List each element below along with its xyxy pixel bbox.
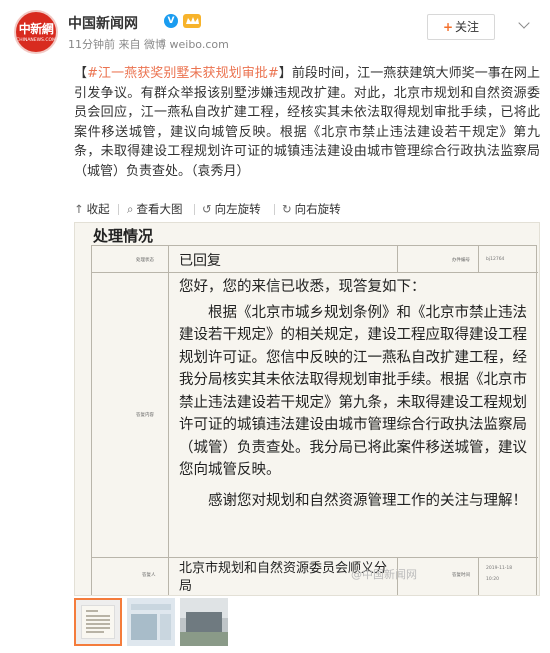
follow-button[interactable]: + 关注 — [427, 14, 495, 40]
plus-icon: + — [442, 20, 454, 34]
document-image[interactable]: 处理情况 处理状态 已回复 办件编号 bj12764 答复内容 您好，您的来信已… — [74, 222, 540, 596]
doc-no-value: bj12764 — [486, 257, 505, 262]
post-body: 前段时间，江一燕获建筑大师奖一事在网上引发争议。有群众举报该别墅涉嫌违规改扩建。… — [74, 66, 540, 179]
toolbar-divider — [194, 204, 195, 215]
reply-time-date: 2019-11-18 — [486, 566, 513, 571]
thumbnail-block — [131, 604, 171, 610]
thumbnail-document[interactable] — [74, 598, 122, 646]
thumbnail-line — [86, 610, 98, 612]
table-col-divider — [478, 246, 479, 272]
rotate-left-icon: ↺ — [202, 202, 212, 216]
post-meta: 11分钟前 来自 微博 weibo.com — [68, 36, 229, 52]
thumbnail-block — [131, 614, 157, 640]
thumbnail-line — [86, 623, 110, 625]
collapse-arrow-icon: ↑ — [74, 202, 84, 216]
author-name[interactable]: 中国新闻网 — [68, 13, 138, 33]
rotate-left-label: 向左旋转 — [214, 202, 261, 216]
post-source[interactable]: 来自 微博 weibo.com — [119, 38, 229, 51]
thumbnail-line — [86, 631, 104, 633]
reply-time-label: 答复时间 — [452, 573, 470, 578]
avatar-logo-text: 中新網 — [18, 22, 54, 36]
reply-paragraph: 根据《北京市城乡规划条例》和《北京市禁止违法建设若干规定》的相关规定，建设工程应… — [179, 304, 527, 479]
thumbnail-line — [86, 615, 110, 617]
bracket-close: 】 — [278, 66, 292, 81]
rotate-right-label: 向右旋转 — [294, 202, 341, 216]
thumbnail-line — [86, 619, 110, 621]
thumbnail-photo[interactable] — [180, 598, 228, 646]
magnifier-icon: ⌕ — [127, 202, 134, 216]
view-large-label: 查看大图 — [136, 202, 183, 216]
follow-label: 关注 — [455, 20, 480, 34]
bracket-open: 【 — [74, 66, 88, 81]
reply-content: 您好，您的来信已收悉，现答复如下： 根据《北京市城乡规划条例》和《北京市禁止违法… — [179, 276, 529, 512]
thumbnail-block — [160, 614, 171, 640]
avatar[interactable]: 中新網 CHINANEWS.COM — [14, 10, 58, 54]
reply-table: 处理状态 已回复 办件编号 bj12764 答复内容 您好，您的来信已收悉，现答… — [91, 245, 538, 595]
weibo-watermark: @中国新闻网 — [351, 568, 417, 581]
thumbnail-ground — [180, 632, 228, 646]
reply-greeting: 您好，您的来信已收悉，现答复如下： — [179, 279, 426, 295]
thumbnail-building — [186, 612, 222, 632]
collapse-button[interactable]: ↑ 收起 — [74, 201, 110, 217]
reply-label: 答复内容 — [136, 413, 154, 418]
view-large-button[interactable]: ⌕ 查看大图 — [127, 201, 182, 217]
post-text: 【#江一燕获奖别墅未获规划审批#】前段时间，江一燕获建筑大师奖一事在网上引发争议… — [74, 64, 540, 181]
post-time[interactable]: 11分钟前 — [68, 38, 115, 51]
thumbnail-screenshot[interactable] — [127, 598, 175, 646]
replier-label: 答复人 — [142, 573, 156, 578]
avatar-logo-subtext: CHINANEWS.COM — [16, 38, 56, 43]
rotate-right-icon: ↻ — [282, 202, 292, 216]
table-col-divider — [168, 246, 169, 595]
table-col-divider — [397, 246, 398, 272]
thumbnail-line — [86, 627, 110, 629]
table-row-divider — [92, 557, 538, 558]
doc-no-label: 办件编号 — [452, 258, 470, 263]
reply-paragraph: 感谢您对规划和自然资源管理工作的关注与理解！ — [208, 492, 527, 509]
reply-time-clock: 10:20 — [486, 577, 499, 582]
toolbar-divider — [118, 204, 119, 215]
rotate-left-button[interactable]: ↺ 向左旋转 — [202, 201, 261, 217]
post-header: 中新網 CHINANEWS.COM 中国新闻网 V 11分钟前 来自 微博 we… — [0, 0, 550, 56]
toolbar-divider — [274, 204, 275, 215]
section-title: 处理情况 — [93, 227, 154, 245]
status-label: 处理状态 — [136, 258, 154, 263]
rotate-right-button[interactable]: ↻ 向右旋转 — [282, 201, 341, 217]
image-toolbar: ↑ 收起 ⌕ 查看大图 ↺ 向左旋转 ↻ 向右旋转 — [74, 198, 540, 220]
hashtag-link[interactable]: #江一燕获奖别墅未获规划审批# — [87, 66, 279, 81]
status-value: 已回复 — [179, 253, 221, 269]
vip-level-icon[interactable] — [183, 14, 201, 28]
collapse-label: 收起 — [86, 202, 110, 216]
thumbnail-preview — [81, 605, 115, 639]
chevron-down-icon[interactable] — [518, 17, 530, 29]
table-row-divider — [92, 272, 538, 273]
verified-icon[interactable]: V — [164, 14, 178, 28]
table-col-divider — [478, 557, 479, 595]
